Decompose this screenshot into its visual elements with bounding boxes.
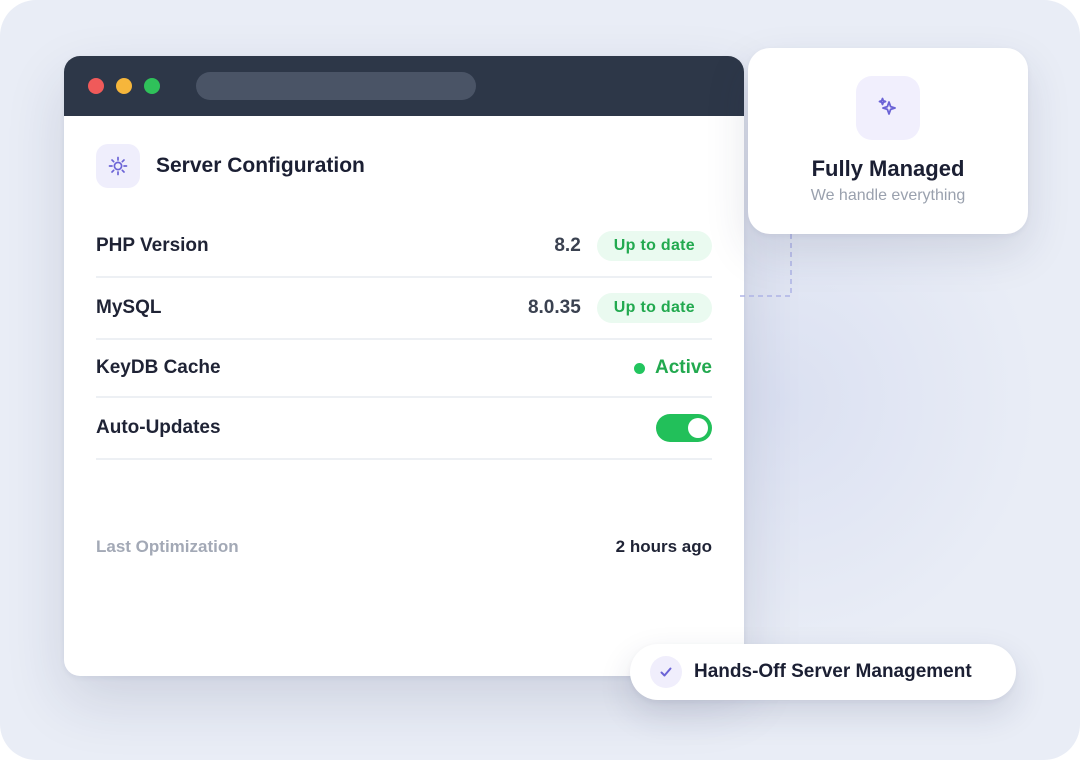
config-row-auto-updates: Auto-Updates	[96, 398, 712, 460]
check-icon	[650, 656, 682, 688]
row-value: 8.2	[554, 235, 581, 256]
status-text: Active	[654, 357, 712, 378]
badge-text: Hands-Off Server Management	[694, 661, 972, 682]
row-label: PHP Version	[96, 235, 209, 256]
footer-label: Last Optimization	[96, 537, 239, 556]
cache-status: Active	[633, 357, 712, 379]
maximize-window-button[interactable]	[144, 78, 160, 94]
row-label: MySQL	[96, 297, 162, 318]
status-badge: Up to date	[596, 231, 712, 261]
window-titlebar	[64, 56, 744, 116]
hands-off-badge: Hands-Off Server Management	[630, 644, 1016, 700]
panel-title: Server Configuration	[156, 154, 365, 177]
config-row-keydb: KeyDB Cache Active	[96, 340, 712, 398]
card-title: Fully Managed	[811, 156, 965, 181]
row-label: KeyDB Cache	[96, 357, 221, 378]
row-right: 8.0.35 Up to date	[528, 293, 712, 323]
row-label: Auto-Updates	[96, 417, 221, 438]
config-footer-row: Last Optimization 2 hours ago	[96, 534, 712, 560]
browser-window: Server Configuration PHP Version 8.2 Up …	[64, 56, 744, 676]
config-row-mysql: MySQL 8.0.35 Up to date	[96, 278, 712, 340]
config-row-php: PHP Version 8.2 Up to date	[96, 216, 712, 278]
sparkle-icon	[856, 76, 920, 140]
address-bar[interactable]	[196, 72, 476, 100]
auto-updates-toggle[interactable]	[656, 414, 712, 442]
panel-header: Server Configuration	[96, 144, 365, 188]
toggle-knob	[688, 418, 708, 438]
card-subtitle: We handle everything	[810, 187, 966, 204]
row-value: 8.0.35	[527, 297, 581, 318]
fully-managed-card: Fully Managed We handle everything	[748, 48, 1028, 234]
connector-line	[736, 234, 792, 297]
gear-icon	[96, 144, 140, 188]
row-right: 8.2 Up to date	[554, 231, 712, 261]
close-window-button[interactable]	[88, 78, 104, 94]
footer-value: 2 hours ago	[615, 537, 712, 556]
background-stage: Server Configuration PHP Version 8.2 Up …	[0, 0, 1080, 760]
minimize-window-button[interactable]	[116, 78, 132, 94]
status-dot-icon	[633, 362, 645, 374]
status-badge: Up to date	[596, 293, 712, 323]
